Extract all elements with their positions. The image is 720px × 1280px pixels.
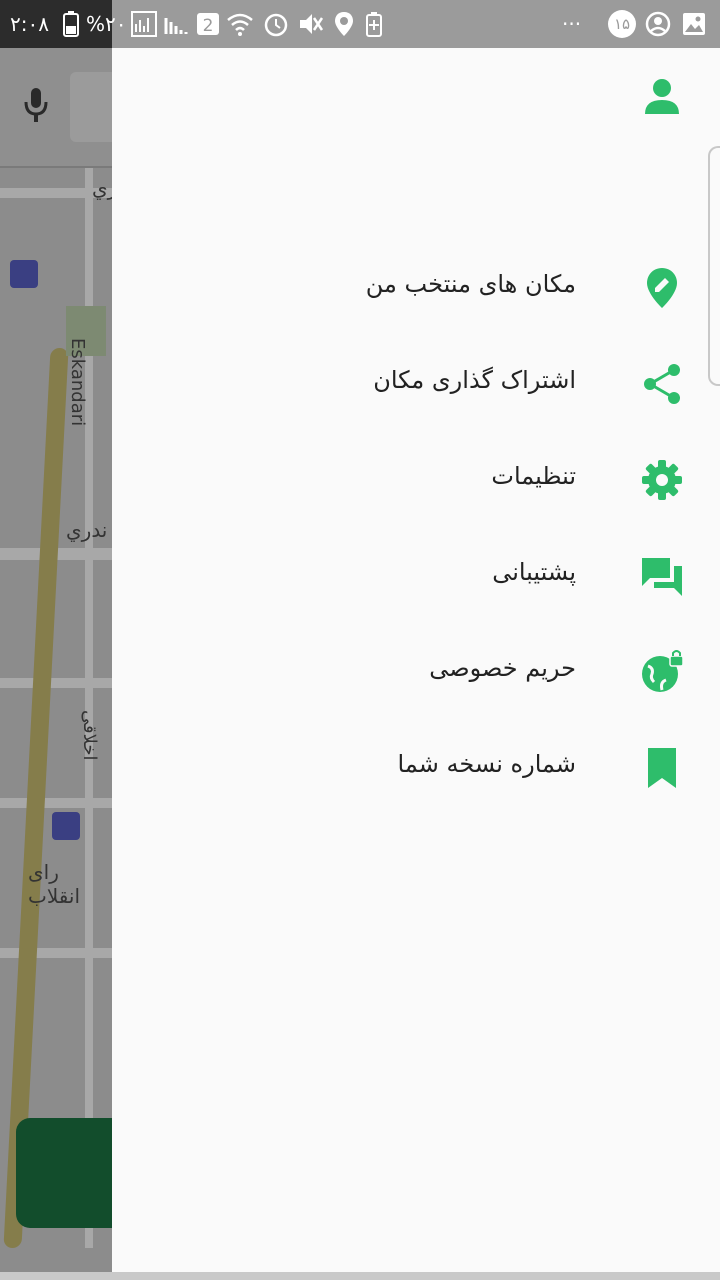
menu-item-settings[interactable]: تنظیمات [112, 432, 720, 528]
profile-icon[interactable] [642, 76, 682, 116]
menu-item-label: تنظیمات [491, 462, 576, 490]
map-road [0, 798, 112, 808]
map-road [0, 678, 112, 688]
drawer-menu: مکان های منتخب من اشتراک گذاری مکان تنظی… [112, 240, 720, 816]
map-road [0, 948, 112, 958]
battery-percent: %۲۰ [86, 12, 127, 36]
location-icon [335, 12, 353, 36]
alarm-icon [264, 13, 288, 37]
microphone-icon[interactable] [22, 86, 50, 126]
menu-item-privacy[interactable]: حریم خصوصی [112, 624, 720, 720]
navigation-drawer: مکان های منتخب من اشتراک گذاری مکان تنظی… [112, 48, 720, 1272]
wifi-icon [227, 13, 253, 36]
image-icon [683, 13, 705, 35]
map-label: ري [92, 176, 112, 200]
map-label: ندري [66, 518, 108, 542]
mute-icon [300, 14, 324, 34]
gear-icon [642, 460, 682, 500]
status-time: ۲:۰۸ [10, 12, 49, 36]
map-search-bar[interactable] [0, 48, 130, 168]
menu-item-version[interactable]: شماره نسخه شما [112, 720, 720, 816]
chat-icon [642, 558, 682, 596]
menu-item-label: حریم خصوصی [429, 654, 576, 682]
notification-count-badge: ۱۵ [608, 10, 636, 38]
map-bottom-strip [0, 1272, 720, 1280]
map-label: رای انقلاب [28, 860, 81, 908]
menu-item-label: اشتراک گذاری مکان [373, 366, 576, 394]
menu-item-support[interactable]: پشتیبانی [112, 528, 720, 624]
map-label: Eskandari [67, 338, 88, 427]
account-circle-icon [645, 11, 671, 37]
status-bar: ۲:۰۸ %۲۰ 2 ··· ۱۵ [0, 0, 720, 48]
map-view[interactable]: ري Eskandari ندري اخلاقی رای انقلاب [0, 48, 112, 1280]
metro-station-icon [52, 812, 80, 840]
signal-icon [131, 11, 157, 37]
bookmark-icon [648, 748, 676, 788]
menu-item-label: مکان های منتخب من [365, 270, 576, 298]
sim-2-icon: 2 [197, 13, 219, 36]
battery-icon [63, 11, 79, 37]
map-label: اخلاقی [79, 710, 100, 761]
green-action-card[interactable] [16, 1118, 126, 1228]
svg-text:2: 2 [203, 16, 214, 36]
signal-bars-icon [164, 18, 188, 34]
share-icon [644, 364, 680, 404]
metro-station-icon [10, 260, 38, 288]
menu-item-label: پشتیبانی [492, 558, 576, 586]
menu-item-share-location[interactable]: اشتراک گذاری مکان [112, 336, 720, 432]
battery-saver-icon [366, 12, 382, 37]
globe-lock-icon [642, 650, 684, 692]
menu-item-favorite-places[interactable]: مکان های منتخب من [112, 240, 720, 336]
status-more-dots: ··· [562, 12, 582, 36]
edit-location-icon [647, 268, 677, 308]
menu-item-label: شماره نسخه شما [397, 750, 576, 778]
